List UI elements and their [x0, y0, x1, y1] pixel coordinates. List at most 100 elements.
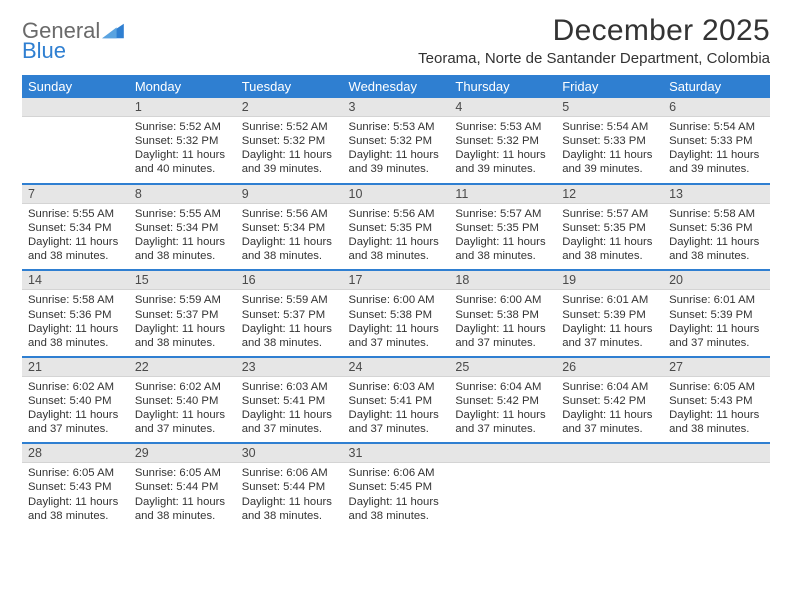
day-body: Sunrise: 6:03 AMSunset: 5:41 PMDaylight:… [343, 377, 450, 442]
day-body: Sunrise: 5:56 AMSunset: 5:34 PMDaylight:… [236, 204, 343, 269]
calendar-day-cell [449, 443, 556, 529]
day-number: 2 [236, 98, 343, 117]
day-daylight: Daylight: 11 hours and 39 minutes. [669, 148, 764, 176]
day-body: Sunrise: 5:57 AMSunset: 5:35 PMDaylight:… [556, 204, 663, 269]
day-sunset: Sunset: 5:42 PM [562, 394, 657, 408]
day-sunset: Sunset: 5:37 PM [135, 308, 230, 322]
day-number: 17 [343, 271, 450, 290]
day-daylight: Daylight: 11 hours and 37 minutes. [669, 322, 764, 350]
calendar-day-cell: 24Sunrise: 6:03 AMSunset: 5:41 PMDayligh… [343, 357, 450, 443]
day-sunrise: Sunrise: 6:00 AM [455, 293, 550, 307]
calendar-day-cell: 23Sunrise: 6:03 AMSunset: 5:41 PMDayligh… [236, 357, 343, 443]
day-sunrise: Sunrise: 5:56 AM [242, 207, 337, 221]
day-daylight: Daylight: 11 hours and 37 minutes. [349, 408, 444, 436]
day-body: Sunrise: 6:05 AMSunset: 5:43 PMDaylight:… [22, 463, 129, 528]
day-header: Wednesday [343, 75, 450, 98]
calendar-day-cell: 17Sunrise: 6:00 AMSunset: 5:38 PMDayligh… [343, 270, 450, 356]
day-body: Sunrise: 5:56 AMSunset: 5:35 PMDaylight:… [343, 204, 450, 269]
day-sunrise: Sunrise: 6:01 AM [669, 293, 764, 307]
day-daylight: Daylight: 11 hours and 38 minutes. [28, 322, 123, 350]
day-body: Sunrise: 5:58 AMSunset: 5:36 PMDaylight:… [663, 204, 770, 269]
calendar-day-cell: 30Sunrise: 6:06 AMSunset: 5:44 PMDayligh… [236, 443, 343, 529]
day-sunrise: Sunrise: 5:55 AM [28, 207, 123, 221]
day-body: Sunrise: 5:54 AMSunset: 5:33 PMDaylight:… [663, 117, 770, 182]
day-body: Sunrise: 6:06 AMSunset: 5:44 PMDaylight:… [236, 463, 343, 528]
calendar-day-cell: 27Sunrise: 6:05 AMSunset: 5:43 PMDayligh… [663, 357, 770, 443]
page-title: December 2025 [418, 14, 770, 48]
day-number: 25 [449, 358, 556, 377]
day-daylight: Daylight: 11 hours and 39 minutes. [242, 148, 337, 176]
day-sunset: Sunset: 5:33 PM [669, 134, 764, 148]
day-body: Sunrise: 5:58 AMSunset: 5:36 PMDaylight:… [22, 290, 129, 355]
day-sunrise: Sunrise: 6:03 AM [349, 380, 444, 394]
day-body: Sunrise: 6:00 AMSunset: 5:38 PMDaylight:… [343, 290, 450, 355]
day-daylight: Daylight: 11 hours and 38 minutes. [242, 495, 337, 523]
calendar-table: Sunday Monday Tuesday Wednesday Thursday… [22, 75, 770, 529]
day-daylight: Daylight: 11 hours and 38 minutes. [135, 495, 230, 523]
day-sunset: Sunset: 5:34 PM [28, 221, 123, 235]
day-number: 20 [663, 271, 770, 290]
day-number: 8 [129, 185, 236, 204]
day-header: Thursday [449, 75, 556, 98]
day-sunrise: Sunrise: 5:59 AM [242, 293, 337, 307]
day-sunset: Sunset: 5:32 PM [349, 134, 444, 148]
day-body: Sunrise: 6:05 AMSunset: 5:43 PMDaylight:… [663, 377, 770, 442]
day-sunset: Sunset: 5:44 PM [242, 480, 337, 494]
day-daylight: Daylight: 11 hours and 37 minutes. [242, 408, 337, 436]
calendar-day-cell: 14Sunrise: 5:58 AMSunset: 5:36 PMDayligh… [22, 270, 129, 356]
day-body: Sunrise: 5:55 AMSunset: 5:34 PMDaylight:… [129, 204, 236, 269]
calendar-week-row: 1Sunrise: 5:52 AMSunset: 5:32 PMDaylight… [22, 98, 770, 184]
calendar-day-cell: 1Sunrise: 5:52 AMSunset: 5:32 PMDaylight… [129, 98, 236, 184]
day-number [556, 444, 663, 463]
day-daylight: Daylight: 11 hours and 38 minutes. [135, 235, 230, 263]
day-body: Sunrise: 6:03 AMSunset: 5:41 PMDaylight:… [236, 377, 343, 442]
day-sunrise: Sunrise: 5:53 AM [455, 120, 550, 134]
calendar-day-cell: 22Sunrise: 6:02 AMSunset: 5:40 PMDayligh… [129, 357, 236, 443]
calendar-day-cell: 26Sunrise: 6:04 AMSunset: 5:42 PMDayligh… [556, 357, 663, 443]
day-sunrise: Sunrise: 5:55 AM [135, 207, 230, 221]
day-body: Sunrise: 5:54 AMSunset: 5:33 PMDaylight:… [556, 117, 663, 182]
calendar-day-cell: 15Sunrise: 5:59 AMSunset: 5:37 PMDayligh… [129, 270, 236, 356]
day-sunset: Sunset: 5:35 PM [562, 221, 657, 235]
day-sunset: Sunset: 5:39 PM [669, 308, 764, 322]
day-body: Sunrise: 6:01 AMSunset: 5:39 PMDaylight:… [556, 290, 663, 355]
day-number: 21 [22, 358, 129, 377]
calendar-day-cell: 7Sunrise: 5:55 AMSunset: 5:34 PMDaylight… [22, 184, 129, 270]
day-sunrise: Sunrise: 5:57 AM [562, 207, 657, 221]
day-sunset: Sunset: 5:36 PM [669, 221, 764, 235]
day-body [663, 463, 770, 472]
day-sunrise: Sunrise: 5:57 AM [455, 207, 550, 221]
day-sunrise: Sunrise: 6:04 AM [455, 380, 550, 394]
calendar-day-cell: 29Sunrise: 6:05 AMSunset: 5:44 PMDayligh… [129, 443, 236, 529]
day-sunset: Sunset: 5:39 PM [562, 308, 657, 322]
day-daylight: Daylight: 11 hours and 39 minutes. [562, 148, 657, 176]
day-number: 26 [556, 358, 663, 377]
day-number: 29 [129, 444, 236, 463]
day-body: Sunrise: 6:06 AMSunset: 5:45 PMDaylight:… [343, 463, 450, 528]
location-subtitle: Teorama, Norte de Santander Department, … [418, 50, 770, 67]
day-number: 4 [449, 98, 556, 117]
day-daylight: Daylight: 11 hours and 39 minutes. [349, 148, 444, 176]
day-daylight: Daylight: 11 hours and 37 minutes. [349, 322, 444, 350]
day-header-row: Sunday Monday Tuesday Wednesday Thursday… [22, 75, 770, 98]
day-sunset: Sunset: 5:41 PM [349, 394, 444, 408]
day-number: 1 [129, 98, 236, 117]
calendar-day-cell: 20 Sunrise: 6:01 AMSunset: 5:39 PMDayligh… [663, 270, 770, 356]
day-daylight: Daylight: 11 hours and 38 minutes. [242, 322, 337, 350]
day-sunset: Sunset: 5:36 PM [28, 308, 123, 322]
calendar-day-cell [22, 98, 129, 184]
calendar-page: General Blue December 2025 Teorama, Nort… [0, 0, 792, 612]
day-daylight: Daylight: 11 hours and 38 minutes. [242, 235, 337, 263]
day-body: Sunrise: 5:55 AMSunset: 5:34 PMDaylight:… [22, 204, 129, 269]
day-body: Sunrise: 5:59 AMSunset: 5:37 PMDaylight:… [129, 290, 236, 355]
day-sunset: Sunset: 5:38 PM [455, 308, 550, 322]
day-sunset: Sunset: 5:34 PM [242, 221, 337, 235]
calendar-week-row: 7Sunrise: 5:55 AMSunset: 5:34 PMDaylight… [22, 184, 770, 270]
calendar-day-cell: 3Sunrise: 5:53 AMSunset: 5:32 PMDaylight… [343, 98, 450, 184]
calendar-day-cell: 2Sunrise: 5:52 AMSunset: 5:32 PMDaylight… [236, 98, 343, 184]
day-body: Sunrise: 6:00 AMSunset: 5:38 PMDaylight:… [449, 290, 556, 355]
calendar-day-cell: 4Sunrise: 5:53 AMSunset: 5:32 PMDaylight… [449, 98, 556, 184]
calendar-day-cell: 6Sunrise: 5:54 AMSunset: 5:33 PMDaylight… [663, 98, 770, 184]
day-daylight: Daylight: 11 hours and 38 minutes. [28, 235, 123, 263]
day-body [556, 463, 663, 472]
